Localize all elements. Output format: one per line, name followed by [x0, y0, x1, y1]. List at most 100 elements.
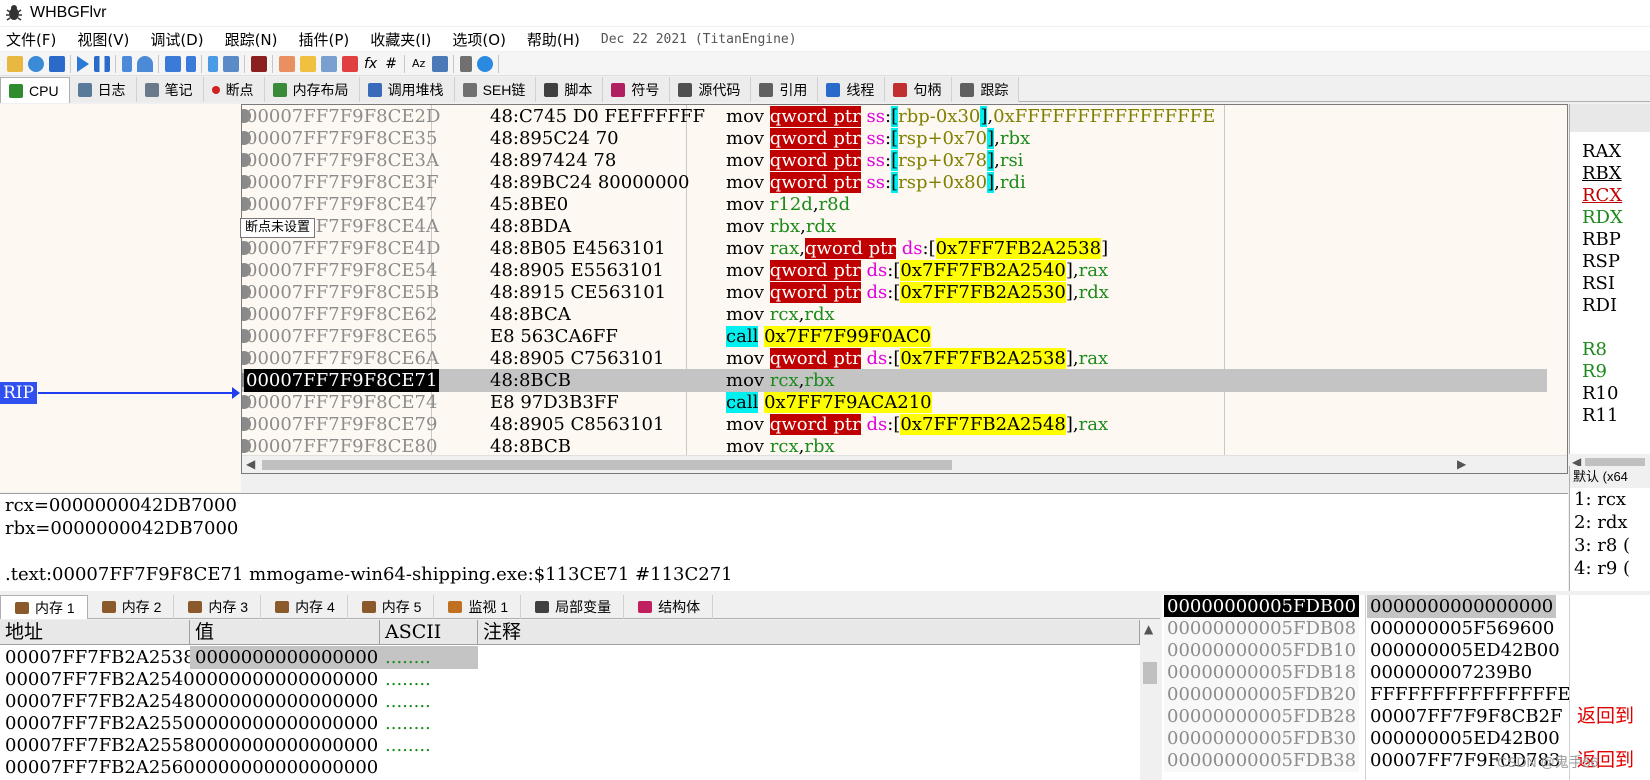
- disasm-row[interactable]: 00007FF7F9F8CE3A 48:897424 78 mov qword pt…: [242, 149, 1547, 172]
- strings-icon[interactable]: Az: [412, 57, 425, 70]
- dump-header-comment[interactable]: 注释: [478, 620, 1140, 645]
- dump-value[interactable]: 0000000000000000: [190, 690, 380, 713]
- tab-cpu[interactable]: CPU: [0, 77, 70, 103]
- menu-view[interactable]: 视图(V): [77, 29, 129, 50]
- register-name[interactable]: R8: [1582, 338, 1607, 361]
- open-icon[interactable]: [6, 55, 23, 72]
- menu-options[interactable]: 选项(O): [452, 29, 506, 50]
- scroll-up-icon[interactable]: ▲: [1144, 622, 1153, 636]
- register-name[interactable]: RBP: [1582, 228, 1621, 251]
- restart-icon[interactable]: [27, 55, 44, 72]
- scylla-icon[interactable]: [250, 55, 267, 72]
- dump-address[interactable]: 00007FF7FB2A2560: [0, 756, 195, 779]
- patch-icon[interactable]: [431, 55, 448, 72]
- dump-tab[interactable]: 内存 2: [88, 595, 175, 619]
- fx-icon[interactable]: fx: [364, 56, 377, 72]
- tab-breakpoint[interactable]: 断点: [203, 77, 265, 102]
- disasm-row[interactable]: 00007FF7F9F8CE2D 48:C745 D0 FEFFFFFF mov q…: [242, 105, 1547, 128]
- step-over-icon[interactable]: [136, 55, 153, 72]
- dump-header-address[interactable]: 地址: [0, 620, 190, 645]
- dump-ascii[interactable]: ........: [380, 668, 478, 691]
- memory-dump[interactable]: 地址 值 ASCII 注释 00007FF7FB2A2538 0000000000…: [0, 620, 1160, 780]
- dump-ascii[interactable]: [380, 756, 478, 779]
- stack-row[interactable]: 00000000005FDB20 FFFFFFFFFFFFFFFE: [1162, 683, 1650, 706]
- run-to-user-code-icon[interactable]: [222, 55, 239, 72]
- dump-tab[interactable]: 内存 5: [348, 595, 435, 619]
- tab-source[interactable]: 源代码: [670, 77, 752, 102]
- disasm-row[interactable]: 00007FF7F9F8CE3F 48:89BC24 80000000 mov qw…: [242, 171, 1547, 194]
- disasm-row[interactable]: 00007FF7F9F8CE6A 48:8905 C7563101 mov qwor…: [242, 347, 1547, 370]
- register-name[interactable]: RSP: [1582, 250, 1620, 273]
- disasm-row[interactable]: 00007FF7F9F8CE35 48:895C24 70 mov qword pt…: [242, 127, 1547, 150]
- register-name[interactable]: RDX: [1582, 206, 1623, 229]
- label-icon[interactable]: [299, 55, 316, 72]
- tab-handles[interactable]: 句柄: [885, 77, 953, 102]
- dump-vertical-scrollbar[interactable]: ▲: [1140, 620, 1160, 780]
- dump-header-value[interactable]: 值: [190, 620, 380, 645]
- register-name[interactable]: R11: [1582, 404, 1618, 427]
- dump-value[interactable]: 0000000000000000: [190, 756, 380, 779]
- register-name[interactable]: RAX: [1582, 140, 1621, 163]
- stack-row[interactable]: 00000000005FDB30 000000005ED42B00: [1162, 727, 1650, 750]
- dump-address[interactable]: 00007FF7FB2A2538: [0, 646, 195, 669]
- register-name[interactable]: RCX: [1582, 184, 1622, 207]
- tab-notes[interactable]: 笔记: [136, 77, 204, 102]
- disasm-row[interactable]: 00007FF7F9F8CE4D 48:8B05 E4563101 mov rax,…: [242, 237, 1547, 260]
- registers-panel[interactable]: RAX RBX RCX RDX RBP RSP RSI RDI R8 R9 R10 R11: [1569, 104, 1650, 454]
- dump-value[interactable]: 0000000000000000: [190, 668, 380, 691]
- tab-log[interactable]: 日志: [69, 77, 137, 102]
- disassembly-view[interactable]: 00007FF7F9F8CE2D 48:C745 D0 FEFFFFFF mov q…: [241, 104, 1568, 474]
- dump-ascii[interactable]: ........: [380, 690, 478, 713]
- menu-help[interactable]: 帮助(H): [527, 29, 580, 50]
- register-name[interactable]: RDI: [1582, 294, 1617, 317]
- arguments-panel[interactable]: 默认 (x64 1: rcx 2: rdx 3: r8 ( 4: r9 (: [1569, 466, 1650, 591]
- dump-address[interactable]: 00007FF7FB2A2558: [0, 734, 195, 757]
- menu-file[interactable]: 文件(F): [6, 29, 56, 50]
- dump-ascii[interactable]: ........: [380, 646, 478, 669]
- calculator-icon[interactable]: [459, 55, 472, 72]
- dump-value[interactable]: 0000000000000000: [190, 712, 380, 735]
- menu-trace[interactable]: 跟踪(N): [225, 29, 278, 50]
- dump-ascii[interactable]: ........: [380, 712, 478, 735]
- dump-header-ascii[interactable]: ASCII: [380, 620, 478, 645]
- dump-address[interactable]: 00007FF7FB2A2550: [0, 712, 195, 735]
- bookmark-icon[interactable]: [320, 55, 337, 72]
- register-name[interactable]: R9: [1582, 360, 1607, 383]
- trace-into-icon[interactable]: [164, 55, 181, 72]
- dump-tab[interactable]: 内存 1: [0, 595, 88, 619]
- stack-row[interactable]: 00000000005FDB00 0000000000000000: [1162, 595, 1650, 618]
- dump-address[interactable]: 00007FF7FB2A2540: [0, 668, 195, 691]
- scroll-right-icon[interactable]: ▶: [1457, 457, 1466, 471]
- tab-call-stack[interactable]: 调用堆栈: [359, 77, 455, 102]
- dump-address[interactable]: 00007FF7FB2A2548: [0, 690, 195, 713]
- tab-seh[interactable]: SEH链: [454, 77, 537, 102]
- register-name[interactable]: R10: [1582, 382, 1618, 405]
- disasm-row[interactable]: 00007FF7F9F8CE65 E8 563CA6FF call 0x7FF7F9…: [242, 325, 1547, 348]
- disasm-row[interactable]: 00007FF7F9F8CE54 48:8905 E5563101 mov qwor…: [242, 259, 1547, 282]
- execute-till-return-icon[interactable]: [207, 55, 218, 72]
- scroll-left-icon[interactable]: ◀: [246, 457, 255, 471]
- disasm-row[interactable]: 00007FF7F9F8CE5B 48:8915 CE563101 mov qwor…: [242, 281, 1547, 304]
- run-icon[interactable]: [76, 55, 89, 72]
- disasm-row[interactable]: 00007FF7F9F8CE4A 48:8BDA mov rbx,rdx: [242, 215, 1547, 238]
- tab-references[interactable]: 引用: [751, 77, 819, 102]
- dump-tab[interactable]: 监视 1: [434, 595, 522, 619]
- hash-icon[interactable]: #: [385, 56, 397, 72]
- step-into-icon[interactable]: [121, 55, 132, 72]
- register-name[interactable]: RSI: [1582, 272, 1615, 295]
- stop-icon[interactable]: [48, 55, 65, 72]
- trace-over-icon[interactable]: [185, 55, 196, 72]
- menu-plugins[interactable]: 插件(P): [299, 29, 350, 50]
- tab-trace[interactable]: 跟踪: [952, 77, 1020, 102]
- menu-debug[interactable]: 调试(D): [150, 29, 203, 50]
- dump-tab[interactable]: 内存 4: [261, 595, 348, 619]
- dump-ascii[interactable]: ........: [380, 734, 478, 757]
- function-icon[interactable]: [341, 55, 358, 72]
- menu-favourites[interactable]: 收藏夹(I): [370, 29, 431, 50]
- dump-tab[interactable]: 局部变量: [521, 595, 625, 619]
- stack-row[interactable]: 00000000005FDB08 000000005F569600: [1162, 617, 1650, 640]
- dump-value[interactable]: 0000000000000000: [190, 646, 380, 669]
- stack-row[interactable]: 00000000005FDB28 00007FF7F9F8CB2F 返回到: [1162, 705, 1650, 728]
- disasm-row[interactable]: 00007FF7F9F8CE47 45:8BE0 mov r12d,r8d: [242, 193, 1547, 216]
- disasm-horizontal-scrollbar[interactable]: ◀ ▶: [242, 455, 1567, 473]
